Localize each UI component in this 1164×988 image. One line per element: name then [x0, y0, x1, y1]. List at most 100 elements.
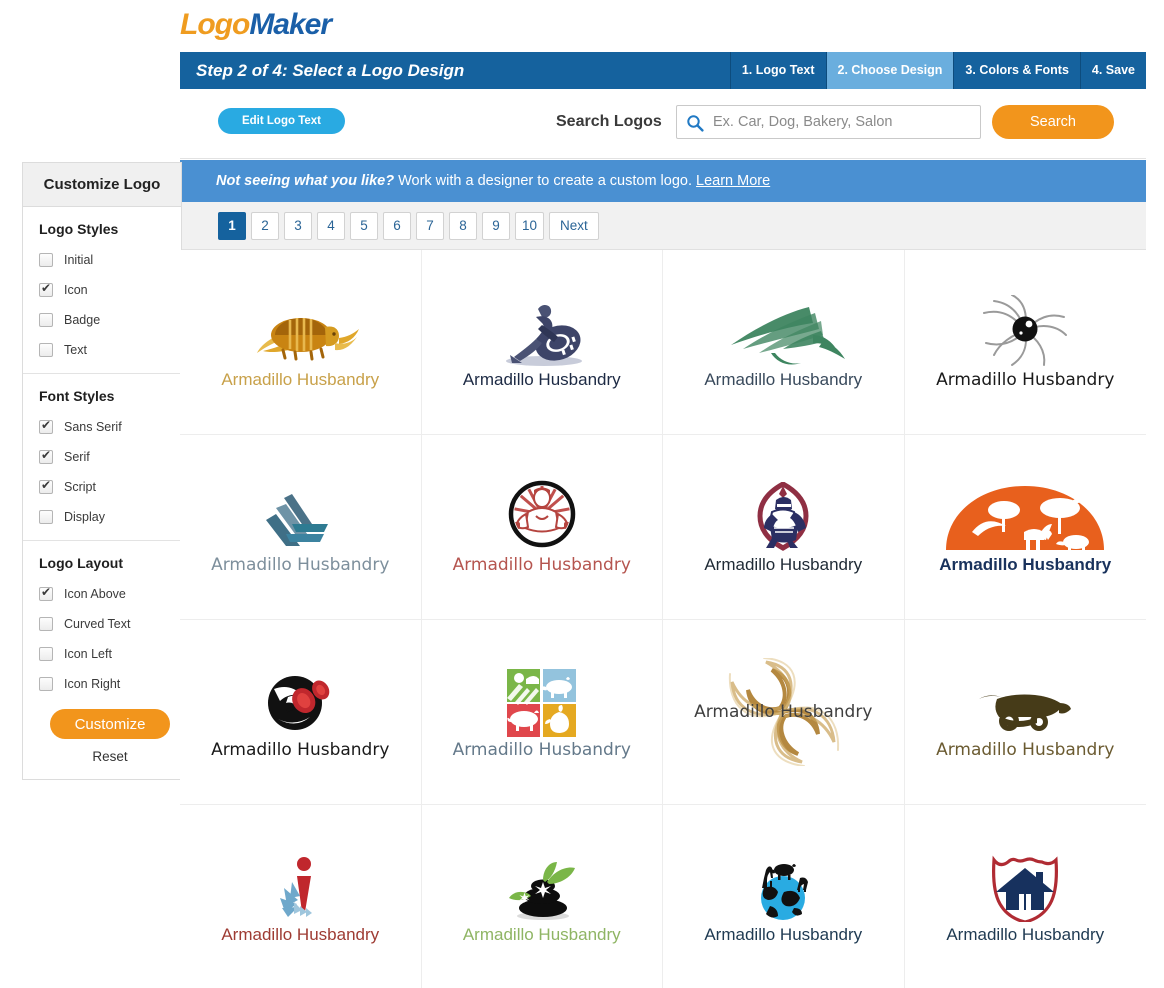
option-initial[interactable]: Initial — [39, 245, 181, 275]
page-title: Step 2 of 4: Select a Logo Design — [196, 61, 465, 80]
page-button-5[interactable]: 5 — [350, 212, 378, 240]
option-icon-right[interactable]: Icon Right — [39, 669, 181, 699]
logo-card[interactable]: Armadillo Husbandry — [663, 620, 905, 805]
option-icon-left[interactable]: Icon Left — [39, 639, 181, 669]
option-serif[interactable]: Serif — [39, 442, 181, 472]
sidebar-title: Customize Logo — [23, 163, 181, 207]
page-button-3[interactable]: 3 — [284, 212, 312, 240]
checkbox-badge[interactable] — [39, 313, 53, 327]
logomaker-page: LogoMaker Step 2 of 4: Select a Logo Des… — [0, 0, 1164, 988]
checkbox-icon[interactable] — [39, 281, 53, 297]
logo-card[interactable]: Armadillo Husbandry — [905, 805, 1147, 988]
logo-card[interactable]: Armadillo Husbandry — [180, 805, 422, 988]
logo-card[interactable]: Armadillo Husbandry — [180, 250, 422, 435]
tab-colors-fonts[interactable]: 3. Colors & Fonts — [953, 52, 1079, 89]
checkbox-display[interactable] — [39, 510, 53, 524]
logo-card[interactable]: Armadillo Husbandry — [421, 435, 663, 620]
learn-more-link[interactable]: Learn More — [696, 173, 770, 189]
page-button-2[interactable]: 2 — [251, 212, 279, 240]
notice-body: Work with a designer to create a custom … — [394, 173, 697, 189]
house-shield-icon — [986, 850, 1064, 922]
option-icon[interactable]: Icon — [39, 275, 181, 305]
brand-logo[interactable]: LogoMaker — [180, 4, 332, 46]
checkbox-icon-above[interactable] — [39, 585, 53, 601]
option-label-badge: Badge — [64, 313, 101, 327]
checkbox-curved-text[interactable] — [39, 617, 53, 631]
reset-button[interactable]: Reset — [39, 748, 181, 765]
tab-choose-design[interactable]: 2. Choose Design — [825, 52, 954, 89]
page-button-8[interactable]: 8 — [449, 212, 477, 240]
option-text[interactable]: Text — [39, 335, 181, 365]
logo-company-name: Armadillo Husbandry — [936, 739, 1115, 760]
tab-save[interactable]: 4. Save — [1079, 52, 1146, 89]
pagination-bar: 1 2 3 4 5 6 7 8 9 10 Next — [180, 202, 1146, 250]
option-label-curved-text: Curved Text — [64, 617, 131, 631]
logo-card[interactable]: Armadillo Husbandry — [421, 250, 663, 435]
logo-company-name: Armadillo Husbandry — [452, 739, 631, 760]
option-badge[interactable]: Badge — [39, 305, 181, 335]
option-script[interactable]: Script — [39, 472, 181, 502]
option-label-sans-serif: Sans Serif — [64, 420, 122, 434]
checkbox-text[interactable] — [39, 343, 53, 357]
page-button-7[interactable]: 7 — [416, 212, 444, 240]
sidebar-section-logo-styles: Logo Styles Initial Icon Badge Text — [23, 207, 181, 374]
section-title-logo-layout: Logo Layout — [39, 555, 123, 571]
checkbox-sans-serif[interactable] — [39, 418, 53, 434]
checkbox-icon-right[interactable] — [39, 677, 53, 691]
option-sans-serif[interactable]: Sans Serif — [39, 412, 181, 442]
search-button[interactable]: Search — [992, 105, 1114, 139]
page-button-1[interactable]: 1 — [218, 212, 246, 240]
logo-card[interactable]: Armadillo Husbandry — [663, 435, 905, 620]
option-label-icon-left: Icon Left — [64, 647, 112, 661]
page-next-button[interactable]: Next — [549, 212, 599, 240]
brand-part-logo: Logo — [180, 8, 250, 41]
option-label-initial: Initial — [64, 253, 94, 267]
animal-globe-icon — [740, 850, 826, 922]
option-label-display: Display — [64, 510, 105, 524]
logo-card[interactable]: Armadillo Husbandry — [180, 620, 422, 805]
page-button-4[interactable]: 4 — [317, 212, 345, 240]
search-box[interactable] — [676, 105, 981, 139]
logo-card[interactable]: Armadillo Husbandry — [663, 250, 905, 435]
option-curved-text[interactable]: Curved Text — [39, 609, 181, 639]
logo-company-name: Armadillo Husbandry — [704, 924, 863, 944]
checkbox-initial[interactable] — [39, 253, 53, 267]
option-icon-above[interactable]: Icon Above — [39, 579, 181, 609]
page-button-9[interactable]: 9 — [482, 212, 510, 240]
edit-logo-text-button[interactable]: Edit Logo Text — [218, 108, 345, 134]
logo-card[interactable]: Armadillo Husbandry — [904, 250, 1146, 435]
logo-card[interactable]: Armadillo Husbandry — [421, 620, 663, 805]
logo-card[interactable]: Armadillo Husbandry — [904, 620, 1146, 805]
checkbox-serif[interactable] — [39, 448, 53, 464]
search-input[interactable] — [711, 106, 976, 138]
option-label-icon-above: Icon Above — [64, 587, 126, 601]
section-title-font-styles: Font Styles — [39, 388, 115, 404]
logo-card[interactable]: Armadillo Husbandry — [180, 435, 422, 620]
tab-logo-text[interactable]: 1. Logo Text — [729, 52, 826, 89]
option-display[interactable]: Display — [39, 502, 181, 532]
sidebar-section-logo-layout: Logo Layout Icon Above Curved Text Icon … — [23, 541, 181, 779]
logo-company-name: Armadillo Husbandry — [939, 554, 1112, 574]
search-toolbar: Edit Logo Text Search Logos Search — [180, 89, 1146, 159]
logo-company-name: Armadillo Husbandry — [462, 369, 621, 389]
logo-company-name: Armadillo Husbandry — [452, 554, 631, 575]
barbell-circle-icon — [262, 665, 338, 737]
cart-icon — [977, 665, 1073, 737]
knight-icon — [746, 480, 820, 552]
checkbox-script[interactable] — [39, 478, 53, 494]
section-title-logo-styles: Logo Styles — [39, 221, 119, 237]
sidebar-section-font-styles: Font Styles Sans Serif Serif Script Disp… — [23, 374, 181, 541]
option-label-text: Text — [64, 343, 87, 357]
checkbox-icon-left[interactable] — [39, 647, 53, 661]
customize-button[interactable]: Customize — [50, 709, 170, 739]
logo-company-name: Armadillo Husbandry — [946, 924, 1105, 944]
logo-card[interactable]: Armadillo Husbandry — [904, 435, 1146, 620]
page-button-10[interactable]: 10 — [515, 212, 545, 240]
pagination: 1 2 3 4 5 6 7 8 9 10 Next — [218, 212, 599, 240]
logo-card[interactable]: Armadillo Husbandry — [663, 805, 905, 988]
page-button-6[interactable]: 6 — [383, 212, 411, 240]
designer-notice-bar: Not seeing what you like? Work with a de… — [180, 160, 1146, 202]
logo-card[interactable]: Armadillo Husbandry — [422, 805, 663, 988]
logo-company-name: Armadillo Husbandry — [211, 554, 390, 575]
logo-company-name: Armadillo Husbandry — [211, 739, 390, 760]
